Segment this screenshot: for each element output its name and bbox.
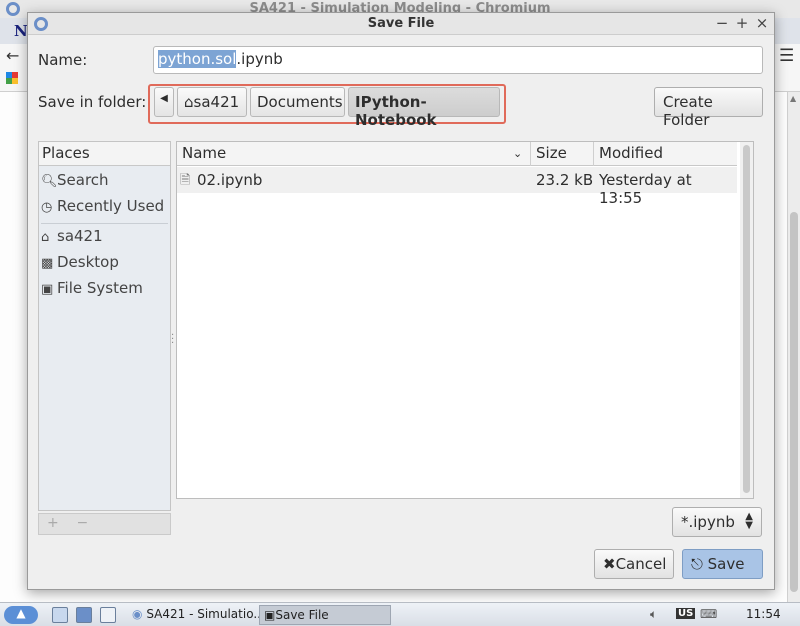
dialog-title: Save File [367, 16, 435, 31]
filename-extension-text: .ipynb [236, 50, 283, 68]
file-list-header: Name ⌄ Size Modified [177, 142, 737, 166]
file-size: 23.2 kB [536, 171, 594, 189]
file-name: 02.ipynb [197, 171, 263, 189]
file-list: Name ⌄ Size Modified 🗎︎ 02.ipynb 23.2 kB… [176, 141, 754, 499]
column-divider[interactable] [593, 142, 594, 166]
place-recently-used[interactable]: ◷ Recently Used [41, 195, 169, 219]
save-icon: ⎋ [691, 555, 703, 573]
apps-grid-icon[interactable] [6, 72, 18, 84]
keyboard-layout-indicator[interactable]: US [676, 608, 696, 619]
home-icon: ⌂ [184, 93, 194, 111]
file-icon: 🗎︎ [180, 173, 191, 188]
dropdown-arrows-icon: ▲ ▼ [745, 511, 753, 531]
desktop-icon: ▩ [41, 256, 54, 271]
places-header: Places [39, 142, 170, 166]
column-header-modified[interactable]: Modified [599, 144, 663, 162]
browser-menu-icon[interactable]: ☰ [779, 46, 794, 66]
window-icon: ▣ [264, 608, 276, 622]
search-icon: 🔍︎ [41, 174, 58, 189]
file-modified: Yesterday at 13:55 [599, 171, 692, 207]
back-arrow-icon[interactable]: ← [6, 46, 19, 65]
pane-resize-handle[interactable]: ... [171, 328, 174, 346]
save-button[interactable]: ⎋ Save [682, 549, 763, 579]
taskbar-task-browser[interactable]: ◉ SA421 - Simulatio... [128, 605, 265, 625]
save-file-dialog: Save File − + × Name: python.sol.ipynb S… [27, 12, 775, 590]
drive-icon: ▣ [41, 282, 54, 297]
remove-place-button[interactable]: − [77, 515, 89, 531]
cancel-icon: ✖ [603, 555, 616, 573]
file-list-scrollbar[interactable] [740, 142, 753, 498]
breadcrumb-back-button[interactable]: ◀ [154, 87, 174, 117]
close-button[interactable]: × [754, 14, 770, 32]
dialog-titlebar[interactable]: Save File − + × [28, 13, 774, 35]
place-home[interactable]: ⌂ sa421 [41, 225, 169, 249]
chromium-logo-icon: ◉ [132, 607, 143, 621]
taskbar-task-save-file[interactable]: ▣Save File [259, 605, 391, 625]
name-label: Name: [38, 51, 88, 69]
scrollbar-thumb[interactable] [743, 145, 750, 493]
breadcrumb-home[interactable]: ⌂sa421 [177, 87, 247, 117]
cancel-button[interactable]: ✖Cancel [594, 549, 674, 579]
scrollbar-thumb[interactable] [790, 212, 798, 592]
browser-tab-label[interactable]: N [14, 22, 28, 40]
file-type-filter[interactable]: *.ipynb ▲ ▼ [672, 507, 762, 537]
start-menu-button[interactable]: ▲ [4, 606, 38, 624]
filename-selected-text: python.sol [158, 50, 237, 68]
create-folder-button[interactable]: Create Folder [654, 87, 763, 129]
places-sidebar: Places 🔍︎Search ◷ Recently Used ⌂ sa421 ▩ D… [38, 141, 171, 511]
volume-icon[interactable]: 🔈︎ [650, 607, 657, 622]
places-separator [41, 223, 168, 224]
scroll-up-icon[interactable]: ▲ [790, 94, 796, 103]
column-header-name[interactable]: Name [182, 144, 226, 162]
recent-icon: ◷ [41, 200, 53, 215]
browser-launcher-icon[interactable] [76, 607, 92, 623]
place-file-system[interactable]: ▣ File System [41, 277, 169, 301]
maximize-button[interactable]: + [734, 14, 750, 32]
column-header-size[interactable]: Size [536, 144, 567, 162]
place-search[interactable]: 🔍︎Search [41, 169, 169, 193]
save-in-folder-label: Save in folder: [38, 93, 147, 111]
place-desktop[interactable]: ▩ Desktop [41, 251, 169, 275]
breadcrumb-documents[interactable]: Documents [250, 87, 345, 117]
sort-chevron-icon[interactable]: ⌄ [513, 147, 522, 160]
taskbar: ▲ ◉ SA421 - Simulatio... ▣Save File 🔈︎ U… [0, 602, 800, 626]
window-launcher-icon[interactable] [100, 607, 116, 623]
file-row[interactable]: 🗎︎ 02.ipynb 23.2 kB Yesterday at 13:55 [177, 167, 737, 207]
filename-input[interactable]: python.sol.ipynb [153, 46, 763, 74]
breadcrumb-ipython-notebook[interactable]: IPython-Notebook [348, 87, 500, 129]
file-manager-icon[interactable] [52, 607, 68, 623]
browser-scrollbar[interactable]: ▲ [787, 92, 800, 602]
places-footer: + − [38, 513, 171, 535]
minimize-button[interactable]: − [714, 14, 730, 32]
add-place-button[interactable]: + [47, 515, 59, 531]
column-divider[interactable] [530, 142, 531, 166]
clock[interactable]: 11:54 [746, 607, 781, 621]
home-icon: ⌂ [41, 230, 50, 245]
keyboard-icon[interactable]: ⌨ [700, 607, 717, 621]
